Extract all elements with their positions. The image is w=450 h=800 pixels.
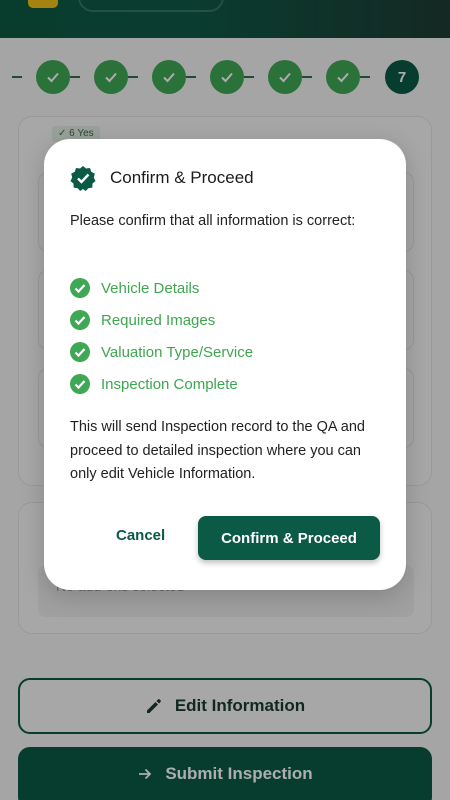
verified-badge-icon: [70, 166, 96, 191]
checklist-item: Inspection Complete: [70, 368, 253, 400]
check-circle-icon: [70, 278, 90, 298]
dialog-message: Please confirm that all information is c…: [70, 213, 356, 229]
check-circle-icon: [70, 342, 90, 362]
checklist-item-label: Required Images: [101, 311, 216, 329]
dialog-header: Confirm & Proceed: [70, 165, 254, 191]
check-circle-icon: [70, 310, 90, 330]
checklist-item-label: Vehicle Details: [101, 279, 200, 297]
dialog-title: Confirm & Proceed: [110, 168, 254, 187]
cancel-button[interactable]: Cancel: [116, 527, 165, 544]
confirm-proceed-button[interactable]: Confirm & Proceed: [198, 516, 380, 560]
confirm-dialog: Confirm & Proceed Please confirm that al…: [44, 139, 406, 590]
dialog-note: This will send Inspection record to the …: [70, 419, 365, 482]
checklist-item: Vehicle Details: [70, 272, 253, 304]
checklist-item-label: Inspection Complete: [101, 375, 238, 393]
check-circle-icon: [70, 374, 90, 394]
checklist-item-label: Valuation Type/Service: [101, 343, 254, 361]
confirm-proceed-label: Confirm & Proceed: [221, 529, 357, 547]
checklist-item: Valuation Type/Service: [70, 336, 253, 368]
checklist-item: Required Images: [70, 304, 253, 336]
confirmation-checklist: Vehicle Details Required Images Valuatio…: [70, 272, 253, 400]
